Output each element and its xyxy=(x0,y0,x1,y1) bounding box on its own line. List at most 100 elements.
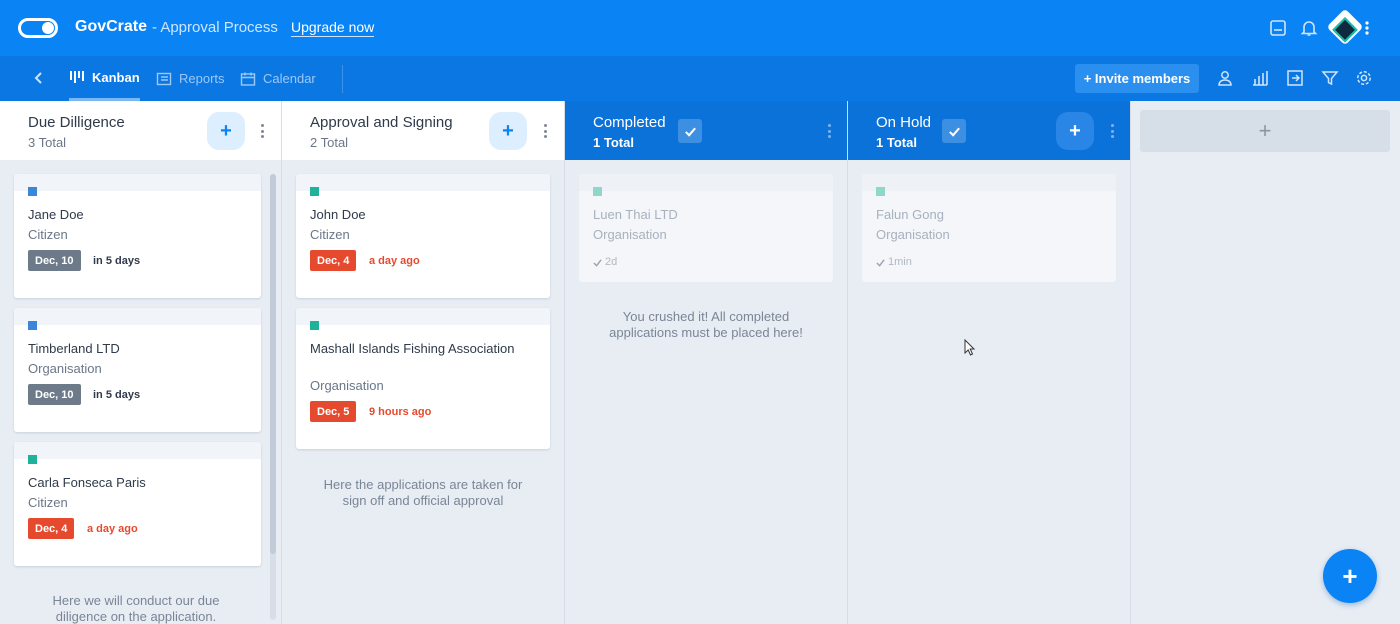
column-description: Here the applications are taken for sign… xyxy=(323,477,523,508)
card-header-strip xyxy=(296,308,550,325)
bar-chart-icon[interactable] xyxy=(1251,69,1271,89)
application-card[interactable]: Carla Fonseca Paris Citizen Dec, 4 a day… xyxy=(14,442,261,566)
completed-time-text: 1min xyxy=(888,256,912,268)
column-completed: Completed 1 Total Luen Thai LTD Organisa… xyxy=(565,101,848,624)
card-type: Organisation xyxy=(28,361,102,376)
tab-kanban[interactable]: Kanban xyxy=(69,56,140,101)
column-title: On Hold xyxy=(876,114,932,131)
completed-time: 1min xyxy=(876,256,912,268)
due-relative-text: 9 hours ago xyxy=(369,406,432,418)
due-relative-text: a day ago xyxy=(369,255,420,267)
card-name: John Doe xyxy=(310,207,366,222)
label-dot xyxy=(593,187,602,196)
card-type: Organisation xyxy=(593,227,667,242)
logo-toggle-icon[interactable] xyxy=(18,18,58,38)
complete-check-icon[interactable] xyxy=(678,119,702,143)
column-count: 2 Total xyxy=(310,135,349,150)
tab-label: Reports xyxy=(179,71,225,86)
card-type: Citizen xyxy=(28,495,68,510)
label-dot xyxy=(28,455,37,464)
card-header-strip xyxy=(862,174,1116,191)
export-icon[interactable] xyxy=(1286,69,1306,89)
column-title: Due Dilligence xyxy=(28,114,125,131)
due-date-badge: Dec, 10 xyxy=(28,250,81,271)
add-card-button[interactable]: + xyxy=(207,112,245,150)
calendar-icon xyxy=(240,72,256,86)
card-header-strip xyxy=(14,174,261,191)
due-date-badge: Dec, 5 xyxy=(310,401,357,422)
tab-calendar[interactable]: Calendar xyxy=(240,56,316,101)
application-card[interactable]: Timberland LTD Organisation Dec, 10 in 5… xyxy=(14,308,261,432)
floating-add-button[interactable]: + xyxy=(1323,549,1377,603)
user-icon[interactable] xyxy=(1216,69,1236,89)
invite-members-button[interactable]: + Invite members xyxy=(1075,64,1199,93)
application-card[interactable]: Falun Gong Organisation 1min xyxy=(862,174,1116,282)
due-relative-text: in 5 days xyxy=(93,255,141,267)
mouse-cursor-icon xyxy=(964,339,976,356)
due-date-badge: Dec, 4 xyxy=(28,518,75,539)
card-type: Citizen xyxy=(310,227,350,242)
column-count: 1 Total xyxy=(593,135,634,150)
card-type: Citizen xyxy=(28,227,68,242)
column-description: You crushed it! All completed applicatio… xyxy=(609,309,803,340)
add-card-button[interactable]: + xyxy=(489,112,527,150)
column-title: Approval and Signing xyxy=(310,114,453,131)
app-name: GovCrate xyxy=(75,18,148,35)
card-name: Mashall Islands Fishing Association xyxy=(310,341,515,356)
card-header-strip xyxy=(579,174,833,191)
column-menu-icon[interactable] xyxy=(258,122,266,140)
column-header: Due Dilligence 3 Total + xyxy=(0,101,281,160)
settings-icon[interactable] xyxy=(1355,69,1375,89)
due-date-badge: Dec, 10 xyxy=(28,384,81,405)
application-card[interactable]: John Doe Citizen Dec, 4 a day ago xyxy=(296,174,550,298)
column-header: Completed 1 Total xyxy=(565,101,847,160)
column-menu-icon[interactable] xyxy=(1108,122,1116,140)
tab-reports[interactable]: Reports xyxy=(156,56,225,101)
back-chevron-icon[interactable] xyxy=(30,69,48,87)
due-relative-text: a day ago xyxy=(87,523,138,535)
kanban-icon xyxy=(70,71,84,83)
column-description: Here we will conduct our due diligence o… xyxy=(52,593,220,624)
column-title: Completed xyxy=(593,114,666,131)
column-approval-signing: Approval and Signing 2 Total + John Doe … xyxy=(282,101,565,624)
label-dot xyxy=(876,187,885,196)
upgrade-link[interactable]: Upgrade now xyxy=(291,19,375,37)
card-type: Organisation xyxy=(876,227,950,242)
label-dot xyxy=(310,187,319,196)
add-column-button[interactable]: + xyxy=(1140,110,1390,152)
bell-icon[interactable] xyxy=(1299,18,1319,38)
more-vert-icon[interactable] xyxy=(1362,18,1372,38)
top-bar: GovCrate - Approval Process Upgrade now xyxy=(0,0,1400,56)
column-menu-icon[interactable] xyxy=(541,122,549,140)
card-name: Jane Doe xyxy=(28,207,84,222)
column-header: Approval and Signing 2 Total + xyxy=(282,101,564,160)
application-card[interactable]: Mashall Islands Fishing Association Orga… xyxy=(296,308,550,449)
scrollbar-thumb[interactable] xyxy=(270,174,276,554)
completed-time-text: 2d xyxy=(605,256,618,268)
column-menu-icon[interactable] xyxy=(825,122,833,140)
view-toolbar: Kanban Reports Calendar + Invite members xyxy=(0,56,1400,101)
column-count: 1 Total xyxy=(876,135,917,150)
avatar[interactable] xyxy=(1326,8,1364,46)
label-dot xyxy=(28,187,37,196)
tab-label: Calendar xyxy=(263,71,316,86)
column-on-hold: On Hold 1 Total + Falun Gong Organisatio… xyxy=(848,101,1131,624)
filter-icon[interactable] xyxy=(1321,69,1341,89)
card-name: Carla Fonseca Paris xyxy=(28,475,146,490)
application-card[interactable]: Jane Doe Citizen Dec, 10 in 5 days xyxy=(14,174,261,298)
tab-label: Kanban xyxy=(92,69,140,85)
add-card-button[interactable]: + xyxy=(1056,112,1094,150)
column-scrollbar[interactable] xyxy=(270,174,276,620)
toolbar-divider xyxy=(342,65,343,93)
inbox-icon[interactable] xyxy=(1268,18,1288,38)
card-name: Luen Thai LTD xyxy=(593,207,678,222)
app-subtitle: - Approval Process xyxy=(152,19,278,36)
reports-icon xyxy=(156,72,172,85)
column-count: 3 Total xyxy=(28,135,67,150)
check-icon xyxy=(876,258,885,267)
application-card[interactable]: Luen Thai LTD Organisation 2d xyxy=(579,174,833,282)
completed-time: 2d xyxy=(593,256,617,268)
label-dot xyxy=(28,321,37,330)
card-type: Organisation xyxy=(310,378,384,393)
complete-check-icon[interactable] xyxy=(942,119,966,143)
